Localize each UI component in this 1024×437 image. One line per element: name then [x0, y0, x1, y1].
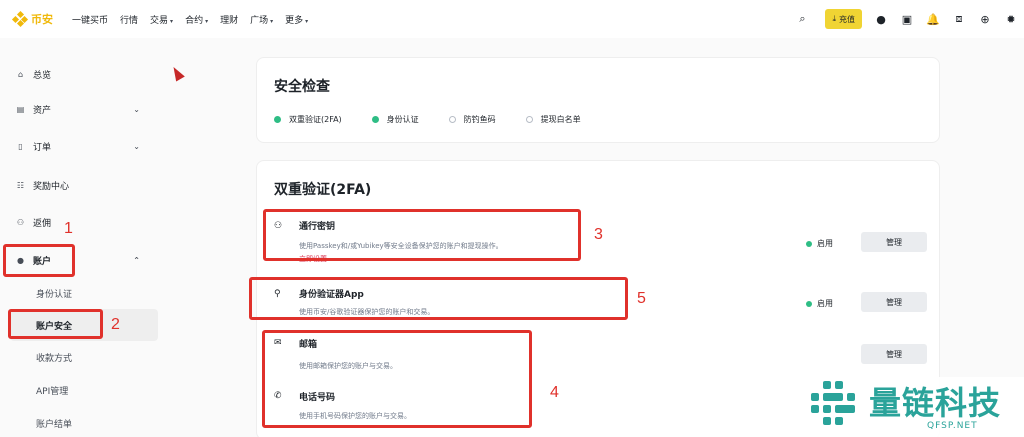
- chevron-down-icon: ▾: [305, 17, 309, 25]
- sidebar-item-api[interactable]: API管理: [36, 380, 68, 400]
- nav-more[interactable]: 更多 ▾: [285, 13, 308, 26]
- document-icon: ▯: [18, 141, 23, 151]
- annotation-box-2: [8, 309, 103, 339]
- empty-circle-icon: [525, 116, 533, 123]
- download-icon: ⤓: [832, 14, 836, 23]
- watermark-subtext: QFSP.NET: [927, 421, 978, 431]
- wallet-icon: ▤: [16, 104, 25, 114]
- home-icon: ⌂: [17, 69, 24, 79]
- email-manage-button[interactable]: 管理: [861, 344, 927, 364]
- annotation-box-5: [249, 277, 628, 320]
- sidebar-item-statement[interactable]: 账户结单: [36, 413, 72, 433]
- top-right-actions: ⌕ ⤓ 充值 ● ▣ 🔔 ⧈ ⊕ ✹: [789, 0, 1024, 38]
- sidebar-item-identity[interactable]: 身份认证: [36, 283, 72, 303]
- annotation-number-2: 2: [111, 316, 120, 333]
- check-circle-icon: [274, 116, 281, 123]
- binance-logo-icon: [11, 10, 29, 28]
- add-user-icon: ⚇: [16, 217, 25, 227]
- authenticator-status: 启用: [806, 298, 833, 309]
- sidebar-item-overview[interactable]: ⌂ 总览: [14, 64, 164, 84]
- nav-markets[interactable]: 行情: [120, 13, 138, 26]
- qr-icon[interactable]: ⧈: [946, 12, 972, 26]
- mouse-cursor-icon: [169, 64, 185, 82]
- annotation-number-1: 1: [64, 220, 73, 237]
- nav-futures[interactable]: 合约 ▾: [185, 13, 208, 26]
- wallet-icon[interactable]: ▣: [894, 13, 920, 26]
- main-nav: 一键买币 行情 交易 ▾ 合约 ▾ 理财 广场 ▾ 更多 ▾: [72, 13, 320, 26]
- chevron-down-icon: ⌄: [133, 141, 140, 151]
- rewards-icon: ☷: [16, 180, 25, 190]
- annotation-number-5: 5: [637, 290, 646, 307]
- nav-trade[interactable]: 交易 ▾: [150, 13, 173, 26]
- search-icon[interactable]: ⌕: [789, 12, 815, 26]
- watermark: 量链科技 QFSP.NET: [803, 377, 1024, 437]
- check-item-antiphishing[interactable]: 防钓鱼码: [448, 114, 496, 125]
- twofa-title: 双重验证(2FA): [274, 182, 372, 198]
- check-item-identity[interactable]: 身份认证: [371, 114, 419, 125]
- annotation-box-4: [262, 330, 532, 428]
- theme-icon[interactable]: ✹: [998, 13, 1024, 26]
- brand-logo[interactable]: 币安: [11, 10, 69, 28]
- check-circle-icon: [806, 240, 812, 247]
- check-item-whitelist[interactable]: 提现白名单: [525, 114, 581, 125]
- authenticator-manage-button[interactable]: 管理: [861, 292, 927, 312]
- security-check-title: 安全检查: [274, 79, 330, 95]
- sidebar-item-referral[interactable]: ⚇ 返佣: [14, 212, 164, 232]
- sidebar-item-assets[interactable]: ▤ 资产 ⌄: [14, 99, 164, 119]
- nav-buy-crypto[interactable]: 一键买币: [72, 13, 108, 26]
- chevron-down-icon: ▾: [205, 17, 209, 25]
- annotation-box-3: [263, 209, 581, 261]
- empty-circle-icon: [448, 116, 456, 123]
- security-check-panel: 安全检查 双重验证(2FA) 身份认证 防钓鱼码 提现白名单: [256, 57, 940, 143]
- deposit-button[interactable]: ⤓ 充值: [825, 9, 862, 29]
- profile-icon[interactable]: ●: [868, 13, 894, 26]
- brand-name: 币安: [31, 13, 53, 26]
- nav-square[interactable]: 广场 ▾: [250, 13, 273, 26]
- annotation-number-3: 3: [594, 226, 603, 243]
- nav-earn[interactable]: 理财: [220, 13, 238, 26]
- watermark-text: 量链科技: [869, 384, 1002, 422]
- chevron-down-icon: ▾: [170, 17, 174, 25]
- chevron-down-icon: ⌄: [133, 104, 140, 114]
- passkey-manage-button[interactable]: 管理: [861, 232, 927, 252]
- sidebar-item-orders[interactable]: ▯ 订单 ⌄: [14, 136, 164, 156]
- check-circle-icon: [806, 300, 812, 307]
- sidebar-item-rewards[interactable]: ☷ 奖励中心: [14, 175, 164, 195]
- chevron-down-icon: ▾: [270, 17, 274, 25]
- passkey-status: 启用: [806, 238, 833, 249]
- annotation-number-4: 4: [550, 384, 559, 401]
- top-navigation-bar: 币安 一键买币 行情 交易 ▾ 合约 ▾ 理财 广场 ▾ 更多 ▾ ⌕ ⤓ 充值 ● ▣ …: [0, 0, 1024, 38]
- check-item-2fa[interactable]: 双重验证(2FA): [274, 114, 342, 125]
- watermark-logo-icon: [809, 381, 857, 429]
- security-check-list: 双重验证(2FA) 身份认证 防钓鱼码 提现白名单: [274, 114, 611, 125]
- annotation-box-1: [3, 244, 75, 277]
- globe-icon[interactable]: ⊕: [972, 13, 998, 26]
- bell-icon[interactable]: 🔔: [920, 13, 946, 26]
- check-circle-icon: [371, 116, 379, 123]
- chevron-up-icon: ⌃: [133, 255, 140, 265]
- sidebar-item-payment[interactable]: 收款方式: [36, 347, 72, 367]
